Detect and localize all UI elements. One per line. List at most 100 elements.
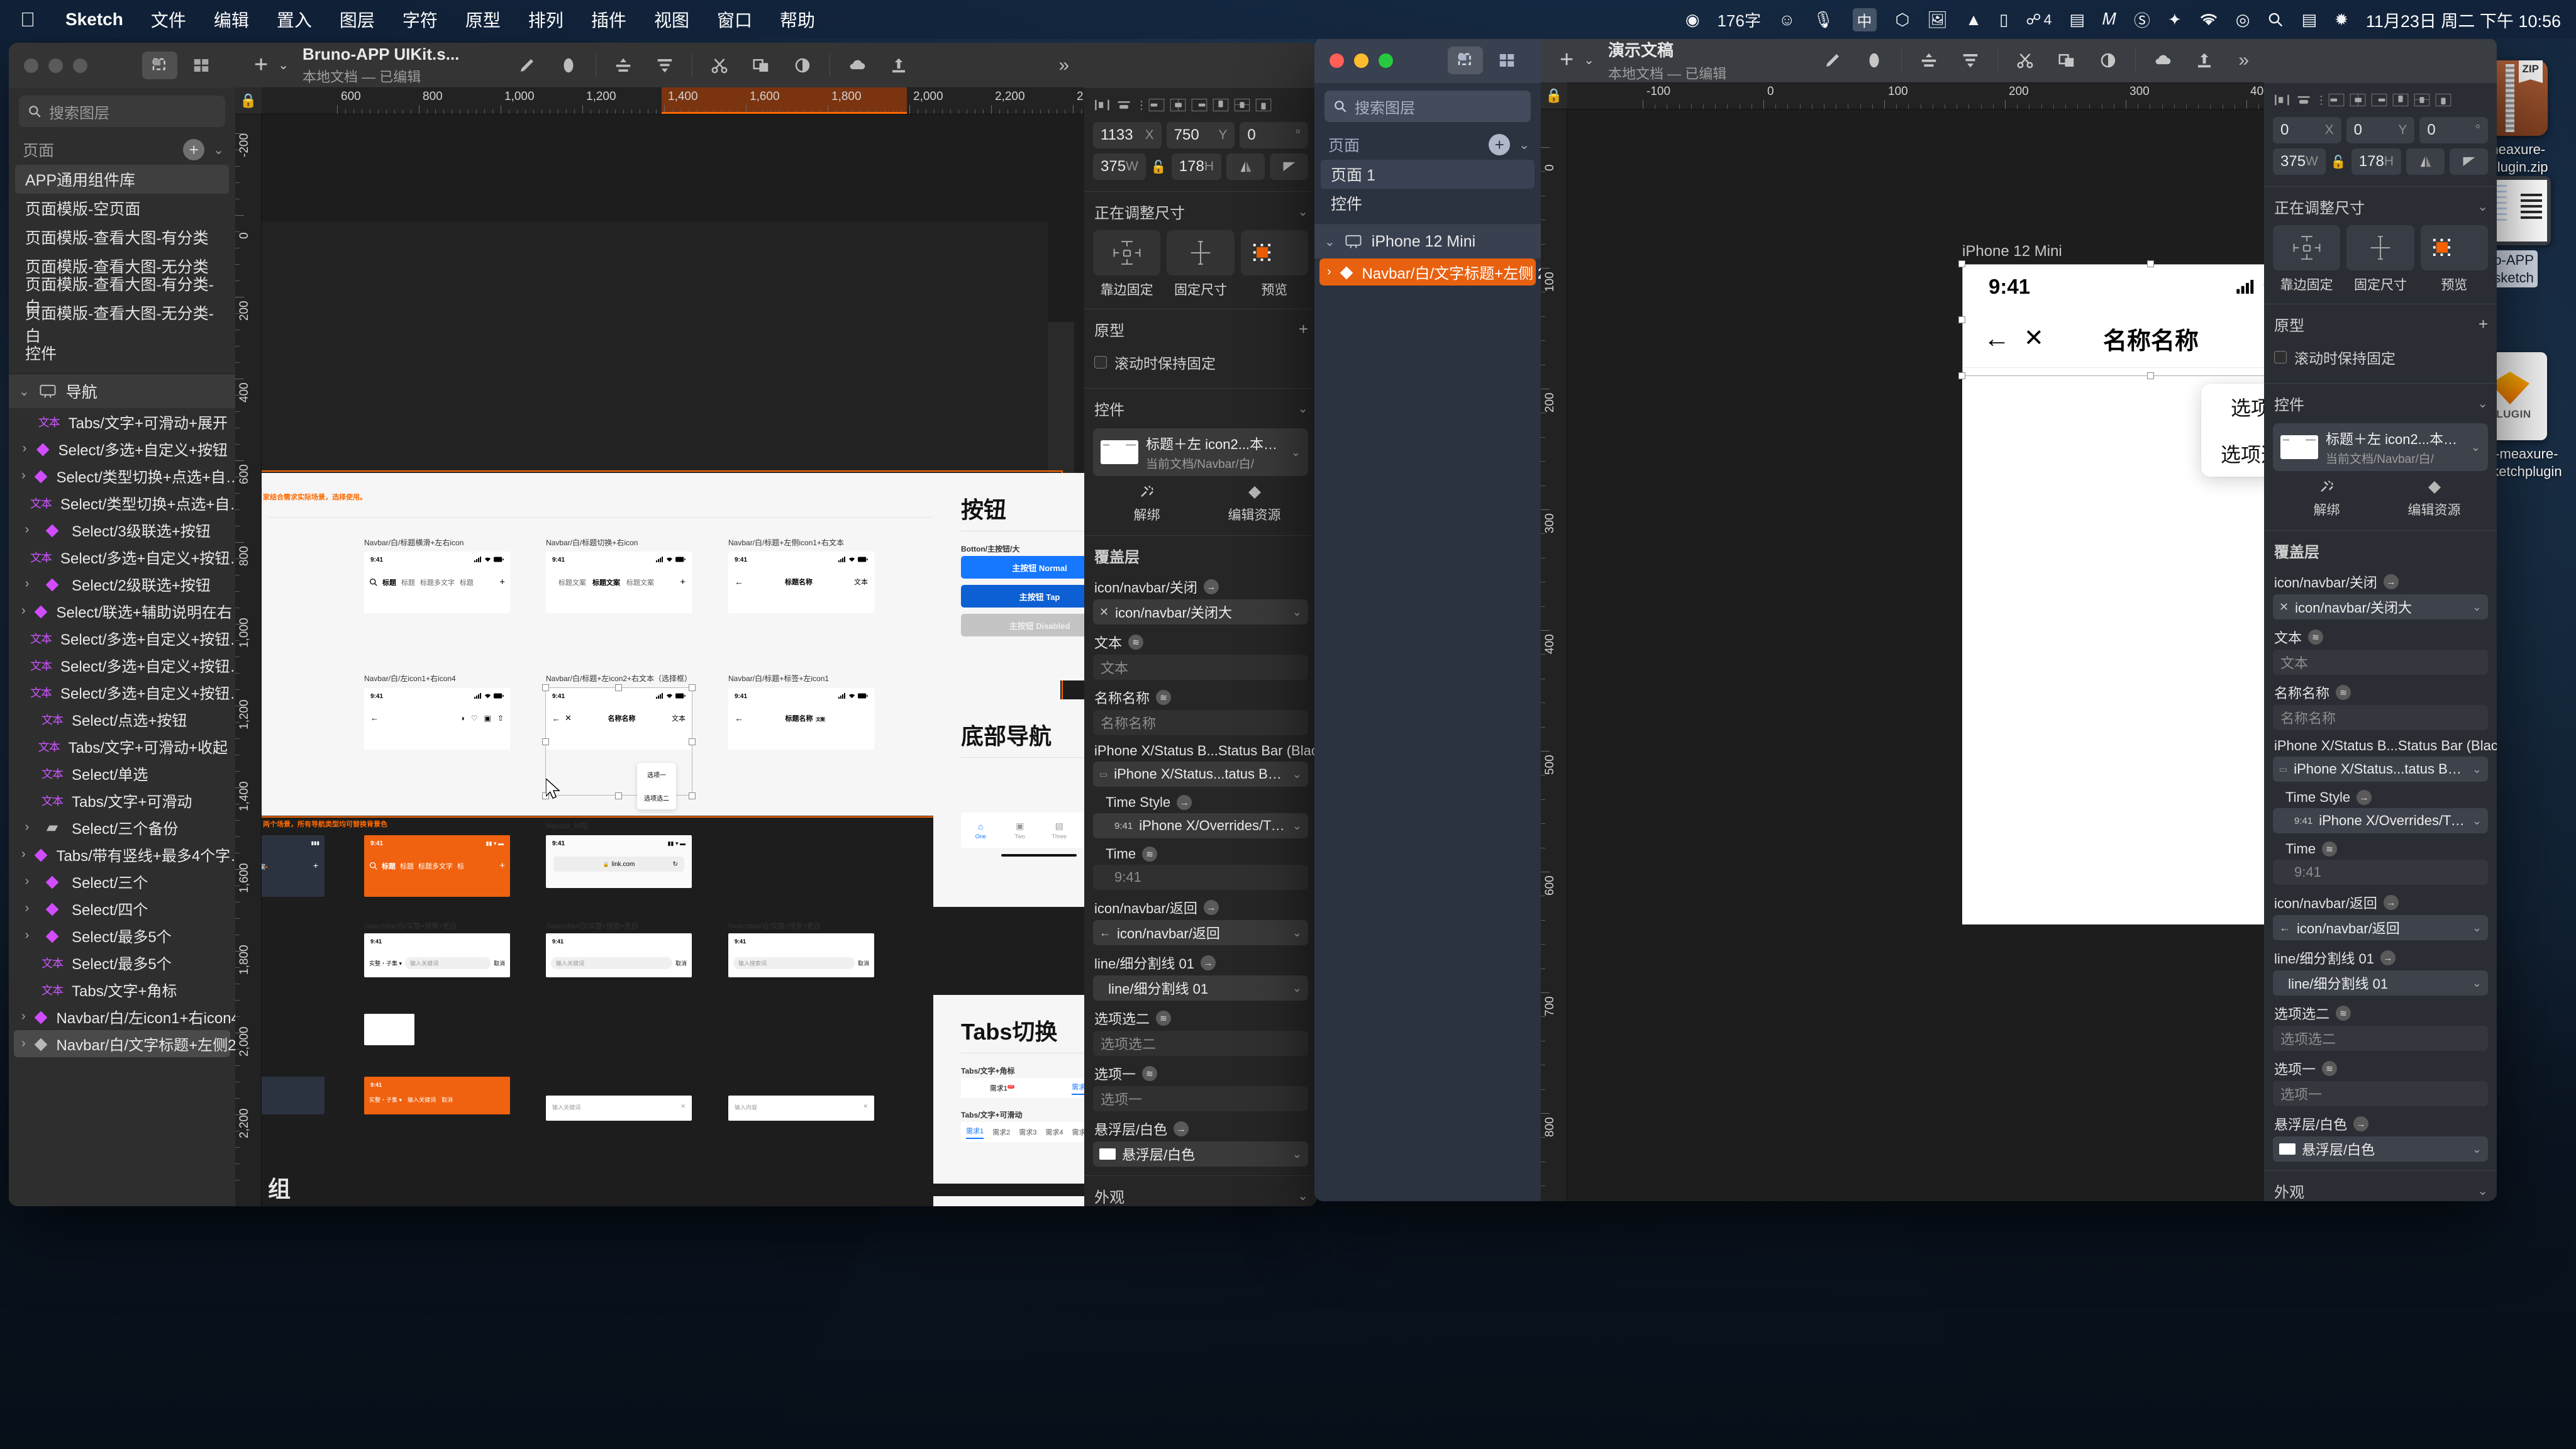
popover-item-two[interactable]: 选项选二 [2201, 430, 2264, 477]
menu-item-4[interactable]: 字符 [389, 0, 452, 39]
popover-menu[interactable]: 选项一 选项选二 [2201, 384, 2264, 477]
share-icon[interactable] [2184, 44, 2225, 77]
chevron-down-icon[interactable]: ⌄ [1292, 1148, 1302, 1161]
status-input-source[interactable]: 中 [1843, 8, 1887, 31]
layer-row[interactable]: › ◆ Select/联选+辅助说明在右 … [9, 597, 235, 625]
status-wifi-icon[interactable] [2190, 13, 2227, 26]
layer-row[interactable]: 文本 Select/点选+按钮 [9, 706, 235, 733]
layers-badge-icon[interactable]: ≋ [2336, 1006, 2351, 1021]
searchbar-card[interactable]: 9:41 实整・子集 ▾ 输入关键词 取消 [364, 933, 510, 977]
goto-source-icon[interactable]: → [1177, 795, 1192, 810]
tab-item[interactable]: 需求4 [1045, 1127, 1063, 1137]
chevron-down-icon[interactable]: ⌄ [1292, 926, 1302, 940]
bottom-nav-item[interactable]: ▣ Two [1001, 813, 1040, 848]
artboard-title[interactable]: iPhone 12 Mini [1962, 243, 2062, 260]
chevron-down-icon[interactable]: ⌄ [273, 57, 303, 73]
components-view-button[interactable] [1489, 47, 1524, 74]
menu-item-8[interactable]: 视图 [640, 0, 703, 39]
alignment-toolbar[interactable]: ⋮ [1084, 88, 1317, 119]
layer-row[interactable]: › ◆ Navbar/白/文字标题+左侧 2… [1319, 258, 1541, 286]
override-symbol-select[interactable]: 悬浮层/白色 ⌄ [1093, 1141, 1308, 1167]
layer-row[interactable]: 文本 Tabs/文字+可滑动 [9, 787, 235, 814]
layer-row[interactable]: › ▰ Select/三个备份 [9, 814, 235, 841]
layers-badge-icon[interactable]: ≋ [2322, 841, 2338, 857]
layers-badge-icon[interactable]: ≋ [1142, 847, 1158, 862]
navbar-component-card[interactable]: 9:41 标题 标题 标题多文字 标题 + [364, 552, 510, 613]
chevron-down-icon[interactable]: ⌄ [2477, 396, 2488, 411]
status-display-icon[interactable]: ▤ [2292, 10, 2326, 30]
scissors-icon[interactable] [699, 49, 740, 82]
popover-menu[interactable]: 选项一 选项选二 [637, 763, 676, 809]
goto-source-icon[interactable]: → [2383, 895, 2399, 910]
menu-item-1[interactable]: 编辑 [200, 0, 263, 39]
share-icon[interactable] [878, 49, 919, 82]
chevron-down-icon[interactable]: ⌄ [1292, 768, 1302, 781]
align-horizontal-center-icon[interactable] [2348, 92, 2367, 108]
goto-source-icon[interactable]: → [1174, 1121, 1189, 1136]
prototype-section-header[interactable]: 原型 + [1084, 309, 1317, 345]
override-symbol-select[interactable]: ▭ iPhone X/Status...tatus Bar (Black) ⌄ [1093, 762, 1308, 787]
tab-item[interactable]: 需求5 [1072, 1127, 1085, 1137]
layer-row[interactable]: 文本 Select/多选+自定义+按钮… [9, 543, 235, 570]
goto-source-icon[interactable]: → [2383, 574, 2399, 589]
align-left-edge-icon[interactable] [1147, 97, 1166, 113]
toolbar-overflow-button[interactable]: » [2238, 50, 2264, 71]
resize-handle[interactable] [1958, 316, 1965, 323]
status-siri-icon[interactable]: ✹ [2326, 10, 2357, 30]
x-position-field[interactable]: 0X [2273, 117, 2341, 143]
union-icon[interactable] [740, 49, 782, 82]
chevron-down-icon[interactable]: ⌄ [1291, 446, 1301, 459]
edit-source-button[interactable]: 编辑资源 [2380, 479, 2488, 519]
chevron-down-icon[interactable]: ⌄ [2472, 601, 2482, 614]
add-page-button[interactable]: + [183, 139, 205, 160]
y-position-field[interactable]: 0Y [2346, 117, 2415, 143]
bottom-nav-item[interactable]: ⊡Four [1079, 813, 1085, 848]
chevron-down-icon[interactable]: ⌄ [2472, 921, 2482, 935]
status-dropbox-icon[interactable]: ▲ [1957, 10, 1990, 30]
goto-source-icon[interactable]: → [2380, 950, 2396, 965]
resize-handle[interactable] [1958, 260, 1965, 267]
scissors-icon[interactable] [2004, 44, 2046, 77]
menu-item-2[interactable]: 置入 [263, 0, 326, 39]
align-left-icon[interactable] [2273, 92, 2292, 108]
primary-button-disabled[interactable]: 主按钮 Disabled [961, 614, 1084, 636]
menu-item-3[interactable]: 图层 [326, 0, 389, 39]
chevron-down-icon[interactable]: ⌄ [2472, 1143, 2482, 1156]
resize-section-header[interactable]: 正在调整尺寸 ⌄ [2264, 187, 2497, 223]
searchbar-card[interactable]: 9:41 输入搜索词 取消 [728, 933, 874, 977]
goto-source-icon[interactable]: → [2357, 790, 2372, 805]
more-align-options[interactable]: ⋮ [1136, 99, 1147, 112]
align-top-edge-icon[interactable] [1211, 97, 1230, 113]
override-text-input[interactable]: 名称名称 [2273, 705, 2488, 730]
window-traffic-lights[interactable] [20, 58, 87, 73]
status-bluetooth-icon[interactable]: ✦ [2159, 10, 2190, 30]
layer-row[interactable]: 文本 Select/单选 [9, 760, 235, 787]
chevron-down-icon[interactable]: ⌄ [213, 142, 224, 158]
override-text-input[interactable]: 文本 [2273, 650, 2488, 675]
ruler-lock-icon[interactable]: 🔒 [235, 87, 262, 114]
layer-row[interactable]: 文本 Tabs/文字+可滑动+展开 [9, 408, 235, 435]
insert-button[interactable]: + [1555, 47, 1579, 74]
front-vertical-ruler[interactable]: 0100200300400500600700800900 [1541, 109, 1567, 1201]
chevron-right-icon[interactable]: › [21, 523, 33, 537]
override-symbol-select[interactable]: 悬浮层/白色 ⌄ [2273, 1136, 2488, 1162]
override-text-input[interactable]: 选项选二 [1093, 1031, 1308, 1056]
tab-item[interactable]: 需求3 [1019, 1127, 1036, 1137]
pencil-tool-icon[interactable] [1812, 44, 1853, 77]
layer-row[interactable]: › ◆ Select/四个 [9, 895, 235, 922]
back-page-5[interactable]: 页面模版-查看大图-无分类-白 [9, 305, 235, 345]
symbol-icon[interactable] [1853, 44, 1895, 77]
chevron-down-icon[interactable]: ⌄ [2477, 1183, 2488, 1199]
detach-symbol-button[interactable]: 解绑 [1093, 484, 1201, 524]
chevron-down-icon[interactable]: ⌄ [2472, 977, 2482, 990]
tabs-scrollable[interactable]: 需求1 需求2 需求3 需求4 需求5 [961, 1122, 1084, 1142]
align-right-edge-icon[interactable] [2370, 92, 2389, 108]
flip-vertical-button[interactable] [2450, 148, 2488, 175]
resize-handle[interactable] [2147, 260, 2154, 267]
tab-item[interactable]: 需求2 [992, 1127, 1010, 1137]
resize-section-header[interactable]: 正在调整尺寸 ⌄ [1084, 192, 1317, 228]
override-text-input[interactable]: 选项选二 [2273, 1026, 2488, 1051]
navbar-orange-mini[interactable]: 9:41 实整・子集 ▾ 输入关键词 取消 [364, 1077, 510, 1114]
chevron-right-icon[interactable]: › [21, 577, 33, 591]
layer-search-input[interactable]: 搜索图层 [1324, 91, 1531, 122]
